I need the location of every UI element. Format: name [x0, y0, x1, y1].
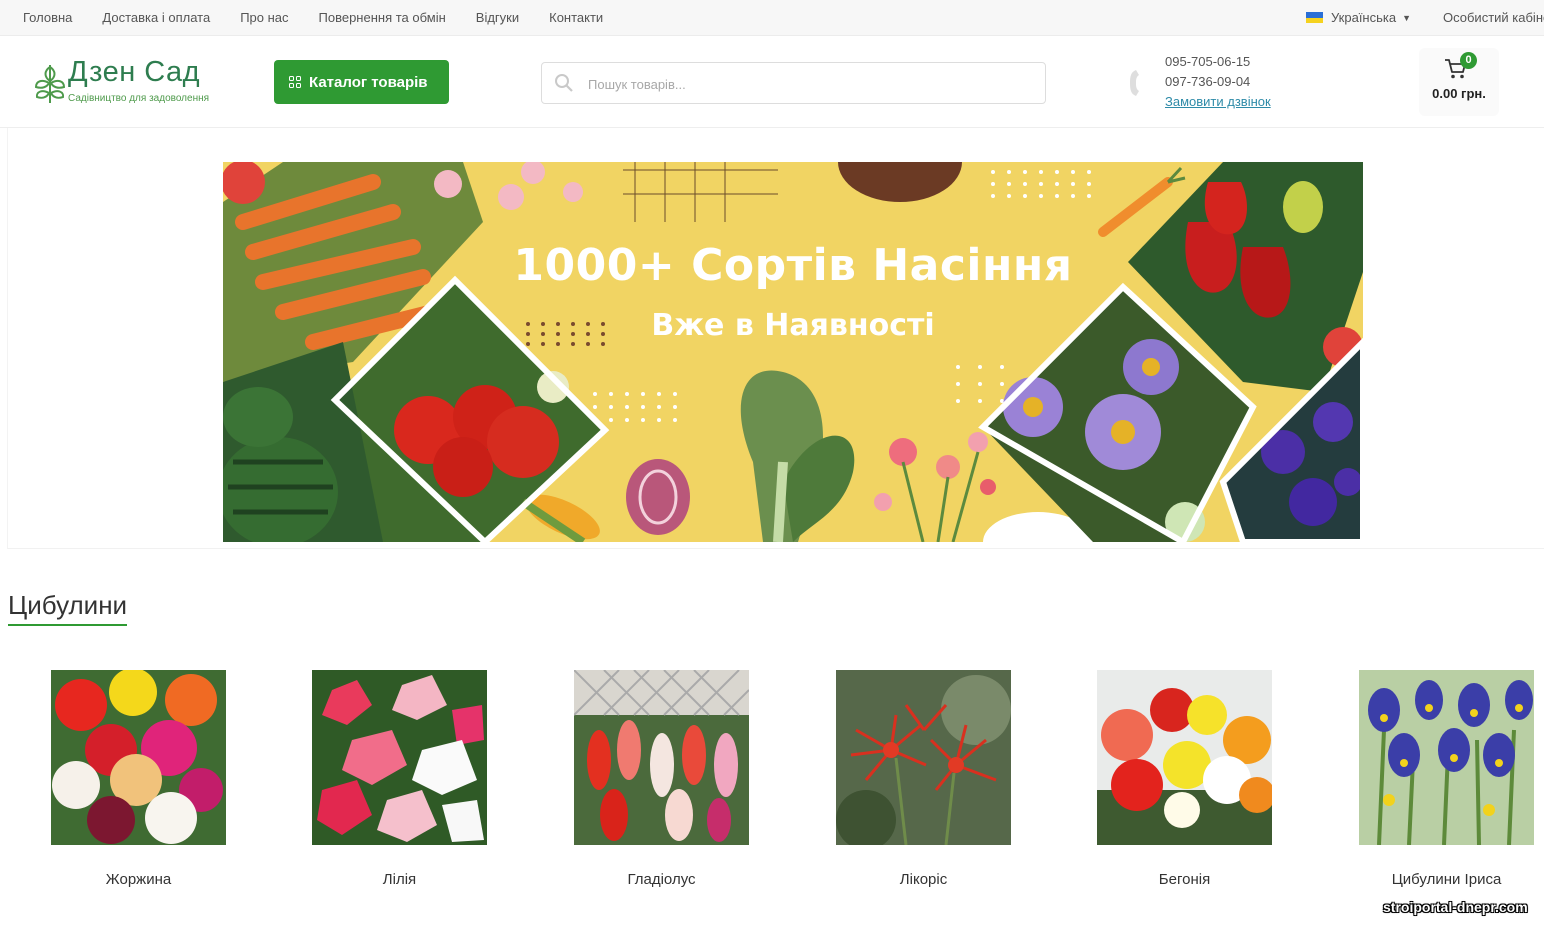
- category-item[interactable]: Лікоріс: [836, 670, 1076, 900]
- ukraine-flag-icon: [1306, 12, 1323, 23]
- top-bar: Головна Доставка і оплата Про нас Поверн…: [0, 0, 1544, 36]
- phone-block: 095-705-06-15 097-736-09-04 Замовити дзв…: [1165, 52, 1271, 112]
- banner-illustration: [223, 162, 1363, 542]
- logo[interactable]: Дзен Сад Садівництво для задоволення: [34, 56, 224, 108]
- leaf-logo-icon: [34, 65, 66, 104]
- category-item[interactable]: Жоржина: [51, 670, 291, 900]
- phone-icon: [1130, 70, 1139, 96]
- category-image-begonia[interactable]: [1097, 670, 1272, 845]
- category-name[interactable]: Жоржина: [11, 871, 266, 888]
- category-name[interactable]: Лілія: [272, 871, 527, 888]
- banner-title: 1000+ Сортів Насіння: [513, 240, 1073, 291]
- category-list: Жоржина Лілія Гладіолус Лікоріс Бегонія …: [0, 670, 1544, 910]
- chevron-down-icon: ▼: [1402, 12, 1412, 23]
- category-name[interactable]: Цибулини Іриса: [1319, 871, 1544, 888]
- nav-link-returns[interactable]: Повернення та обмін: [319, 10, 446, 25]
- logo-title: Дзен Сад: [68, 56, 201, 88]
- category-name[interactable]: Гладіолус: [534, 871, 789, 888]
- phone-number-2[interactable]: 097-736-09-04: [1165, 72, 1271, 92]
- callback-link[interactable]: Замовити дзвінок: [1165, 92, 1271, 112]
- account-link[interactable]: Особистий кабінет: [1443, 0, 1544, 35]
- banner-subtitle: Вже в Наявності: [651, 308, 935, 343]
- category-item[interactable]: Лілія: [312, 670, 552, 900]
- category-image-lycoris[interactable]: [836, 670, 1011, 845]
- bok-choy-illustration: [740, 370, 855, 542]
- category-item[interactable]: Бегонія: [1097, 670, 1337, 900]
- category-image-gladiolus[interactable]: [574, 670, 749, 845]
- category-item[interactable]: Цибулини Іриса: [1359, 670, 1544, 900]
- cart-count-badge: 0: [1460, 52, 1477, 69]
- search-box: [541, 62, 1046, 105]
- category-name[interactable]: Лікоріс: [796, 871, 1051, 888]
- section-title: Цибулини: [8, 590, 128, 626]
- language-label: Українська: [1331, 10, 1397, 25]
- category-image-iris[interactable]: [1359, 670, 1534, 845]
- category-image-lily[interactable]: [312, 670, 487, 845]
- promo-banner[interactable]: 1000+ Сортів Насіння Вже в Наявності: [223, 162, 1363, 542]
- language-selector[interactable]: Українська ▼: [1306, 0, 1411, 35]
- category-image-dahlia[interactable]: [51, 670, 226, 845]
- flower-illustration: [874, 432, 996, 542]
- cart-total: 0.00 грн.: [1432, 86, 1486, 101]
- catalog-button-label: Каталог товарів: [309, 73, 428, 91]
- nav-link-delivery[interactable]: Доставка і оплата: [102, 10, 210, 25]
- nav-link-home[interactable]: Головна: [23, 10, 72, 25]
- watermark: stroiportal-dnepr.com: [1383, 899, 1528, 915]
- nav-link-about[interactable]: Про нас: [240, 10, 288, 25]
- phone-number-1[interactable]: 095-705-06-15: [1165, 52, 1271, 72]
- nav-link-contacts[interactable]: Контакти: [549, 10, 603, 25]
- catalog-button[interactable]: Каталог товарів: [274, 60, 449, 104]
- nav-link-reviews[interactable]: Відгуки: [476, 10, 519, 25]
- category-name[interactable]: Бегонія: [1057, 871, 1312, 888]
- grid-lines: [623, 162, 778, 222]
- header: Дзен Сад Садівництво для задоволення Кат…: [0, 36, 1544, 128]
- carrot-illustration: [1098, 177, 1173, 237]
- cart-button[interactable]: 0 0.00 грн.: [1419, 48, 1499, 116]
- category-item[interactable]: Гладіолус: [574, 670, 814, 900]
- top-nav: Головна Доставка і оплата Про нас Поверн…: [8, 0, 618, 35]
- logo-subtitle: Садівництво для задоволення: [68, 93, 210, 104]
- search-icon[interactable]: [554, 73, 574, 93]
- search-input[interactable]: [586, 63, 1040, 105]
- grid-icon: [289, 76, 301, 88]
